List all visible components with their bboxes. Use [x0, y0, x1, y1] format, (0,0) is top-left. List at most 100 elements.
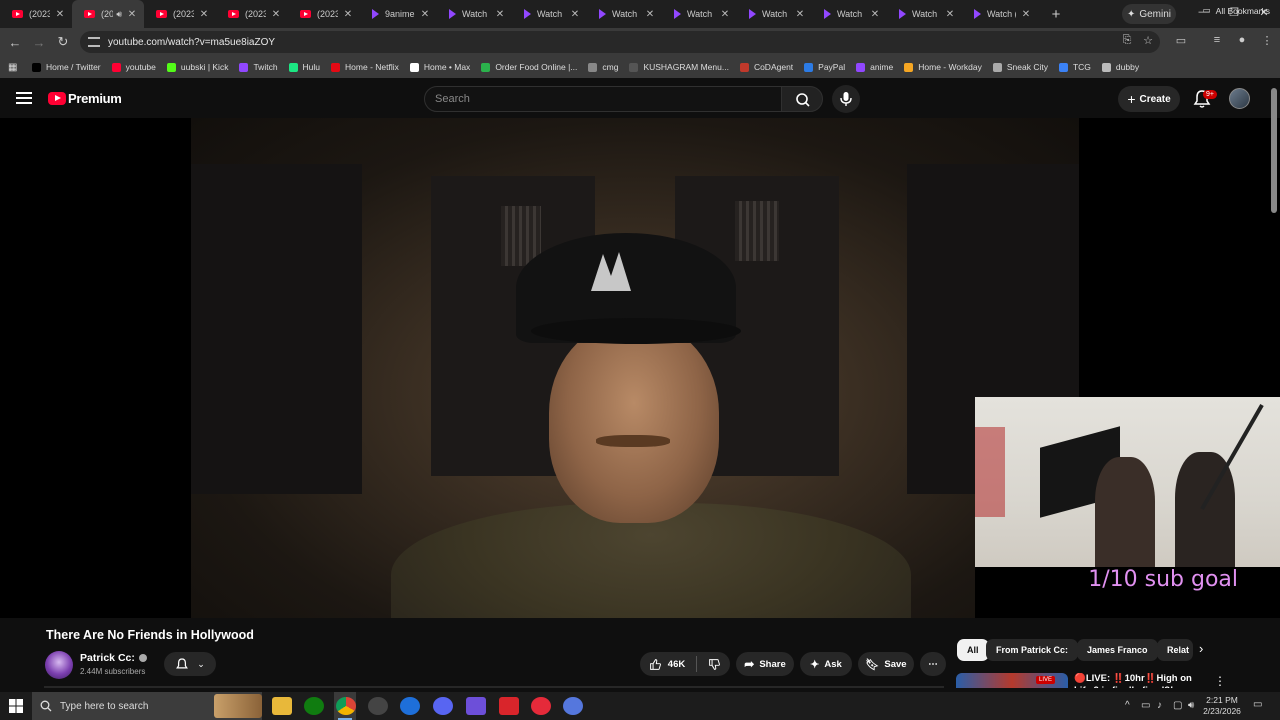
file-explorer-icon[interactable]: [272, 697, 292, 715]
browser-tab[interactable]: Watch (✕: [887, 0, 962, 28]
page-scrollbar[interactable]: [1271, 88, 1277, 213]
create-button[interactable]: + Create: [1118, 86, 1180, 112]
all-bookmarks-button[interactable]: ▭ All Bookmarks: [1203, 5, 1270, 16]
bookmark-item[interactable]: PayPal: [804, 62, 845, 72]
taskbar-search[interactable]: Type here to search: [32, 692, 262, 720]
chevron-right-icon[interactable]: ›: [1199, 641, 1203, 656]
search-button[interactable]: [781, 86, 823, 112]
browser-tab[interactable]: Watch I ✕: [437, 0, 512, 28]
channel-name[interactable]: Patrick Cc:: [80, 652, 147, 664]
thumbs-down-icon[interactable]: [708, 658, 721, 671]
notification-center-icon[interactable]: ▭: [1253, 699, 1262, 710]
media-controls-icon[interactable]: ≡: [1210, 34, 1224, 46]
more-actions-button[interactable]: ⋯: [920, 652, 946, 676]
close-tab-icon[interactable]: ✕: [54, 9, 66, 20]
speaker-icon[interactable]: 🔊︎: [116, 9, 122, 20]
share-button[interactable]: ➦ Share: [736, 652, 794, 676]
close-tab-icon[interactable]: ✕: [494, 9, 506, 20]
close-tab-icon[interactable]: ✕: [719, 9, 731, 20]
url-bar[interactable]: youtube.com/watch?v=ma5ue8iaZOY: [80, 31, 1160, 53]
profile-icon[interactable]: ●: [1235, 34, 1249, 46]
browser-tab[interactable]: Watch I ✕: [587, 0, 662, 28]
chrome-icon[interactable]: [336, 697, 356, 715]
browser-tab[interactable]: (20 🔊︎ ✕: [72, 0, 144, 28]
xbox-icon[interactable]: [304, 697, 324, 715]
close-tab-icon[interactable]: ✕: [1020, 9, 1032, 20]
reload-icon[interactable]: ↻: [51, 34, 75, 50]
bookmark-item[interactable]: dubby: [1101, 62, 1139, 72]
gamepad-icon[interactable]: [466, 697, 486, 715]
close-tab-icon[interactable]: ✕: [126, 9, 138, 20]
media-player-icon[interactable]: [531, 697, 551, 715]
ask-button[interactable]: ✦ Ask: [800, 652, 852, 676]
account-avatar[interactable]: [1229, 88, 1250, 109]
close-tab-icon[interactable]: ✕: [569, 9, 581, 20]
chip-related[interactable]: Relat: [1157, 639, 1193, 661]
chip-all[interactable]: All: [957, 639, 989, 661]
channel-avatar[interactable]: [45, 651, 73, 679]
subscribed-bell-button[interactable]: ⌄: [164, 652, 216, 676]
install-app-icon[interactable]: ⎘: [1120, 34, 1134, 47]
browser-tab[interactable]: Watch I ✕: [662, 0, 737, 28]
youtube-brand-label[interactable]: Premium: [68, 91, 122, 106]
browser-tab[interactable]: (2023) V ✕: [0, 0, 72, 28]
volume-icon[interactable]: 🔊︎: [1188, 700, 1194, 711]
side-panel-icon[interactable]: ▭: [1174, 34, 1188, 47]
bookmark-item[interactable]: Home - Netflix: [331, 62, 399, 72]
browser-tab[interactable]: Watch (✕: [962, 0, 1038, 28]
discord-icon[interactable]: [433, 697, 453, 715]
gemini-button[interactable]: ✦ Gemini: [1122, 4, 1176, 24]
red-app-icon[interactable]: [499, 697, 519, 715]
youtube-logo-icon[interactable]: [48, 92, 66, 105]
bookmark-item[interactable]: Home / Twitter: [32, 62, 101, 72]
tray-chevron-icon[interactable]: ^: [1125, 700, 1130, 711]
back-icon[interactable]: ←: [3, 35, 27, 50]
save-button[interactable]: 🔖︎ Save: [858, 652, 914, 676]
forward-icon[interactable]: →: [27, 35, 51, 50]
close-tab-icon[interactable]: ✕: [342, 9, 354, 20]
bookmark-item[interactable]: Home - Workday: [904, 62, 982, 72]
display-tray-icon[interactable]: ▢: [1173, 700, 1182, 711]
bookmark-item[interactable]: TCG: [1058, 62, 1091, 72]
browser-tab[interactable]: (2023) (✕: [144, 0, 216, 28]
bookmark-item[interactable]: Hulu: [288, 62, 320, 72]
search-input[interactable]: Search: [424, 86, 782, 112]
obs-icon[interactable]: [368, 697, 388, 715]
apps-grid-icon[interactable]: ▦: [8, 62, 22, 73]
voice-search-button[interactable]: [832, 85, 860, 113]
bookmark-item[interactable]: youtube: [111, 62, 156, 72]
bookmark-item[interactable]: Order Food Online |...: [481, 62, 577, 72]
new-tab-button[interactable]: +: [1044, 6, 1068, 23]
close-tab-icon[interactable]: ✕: [198, 9, 210, 20]
bookmark-item[interactable]: Home • Max: [409, 62, 470, 72]
close-tab-icon[interactable]: ✕: [794, 9, 806, 20]
recommended-more-icon[interactable]: ⋮: [1214, 674, 1226, 688]
close-tab-icon[interactable]: ✕: [419, 9, 431, 20]
browser-tab[interactable]: Watch I ✕: [512, 0, 587, 28]
site-info-icon[interactable]: [88, 37, 100, 47]
bookmark-item[interactable]: cmg: [588, 62, 618, 72]
bookmark-item[interactable]: anime: [856, 62, 893, 72]
bookmark-item[interactable]: uubski | Kick: [166, 62, 228, 72]
browser-tab[interactable]: Watch I ✕: [812, 0, 887, 28]
bookmark-item[interactable]: KUSHAGRAM Menu...: [629, 62, 729, 72]
recommended-title[interactable]: 🔴LIVE: ‼️10hr‼️High on Life 2 is finally…: [1074, 673, 1209, 688]
bookmark-item[interactable]: CoDAgent: [739, 62, 793, 72]
bookmark-item[interactable]: Twitch: [239, 62, 278, 72]
network-icon[interactable]: ▭: [1141, 700, 1150, 711]
browser-tab[interactable]: (2023) (✕: [288, 0, 360, 28]
browser-menu-icon[interactable]: ⋮: [1260, 34, 1274, 47]
browser-tab[interactable]: Watch I ✕: [737, 0, 812, 28]
hamburger-menu-icon[interactable]: [16, 92, 32, 104]
close-tab-icon[interactable]: ✕: [270, 9, 282, 20]
mic-tray-icon[interactable]: ♪: [1157, 700, 1162, 711]
close-tab-icon[interactable]: ✕: [944, 9, 956, 20]
bookmark-item[interactable]: Sneak City: [992, 62, 1048, 72]
browser-tab[interactable]: (2023) V ✕: [216, 0, 288, 28]
like-button[interactable]: 46K: [649, 658, 685, 671]
close-tab-icon[interactable]: ✕: [644, 9, 656, 20]
start-button[interactable]: [0, 699, 32, 713]
battlenet-icon[interactable]: [400, 697, 420, 715]
bookmark-star-icon[interactable]: ☆: [1141, 34, 1155, 47]
browser-tab[interactable]: 9anime ✕: [360, 0, 437, 28]
